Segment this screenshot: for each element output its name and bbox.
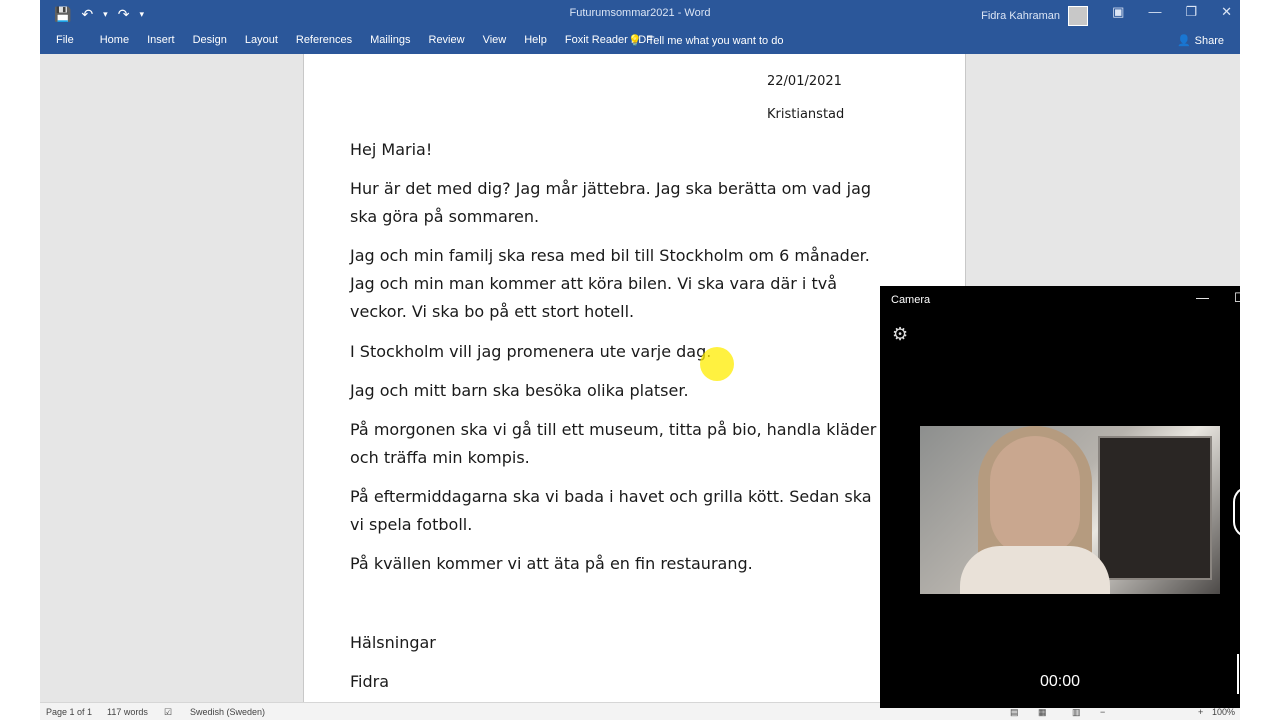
- proofing-icon[interactable]: ☑: [164, 707, 172, 718]
- minimize-icon[interactable]: —: [1148, 4, 1161, 20]
- tab-insert[interactable]: Insert: [147, 34, 175, 46]
- person-icon: 👤: [1176, 35, 1191, 47]
- close-icon[interactable]: ✕: [1221, 4, 1232, 20]
- share-button[interactable]: 👤 Share: [1176, 34, 1224, 48]
- window-controls: ▣ — ❐ ✕: [1112, 4, 1232, 20]
- zoom-in-icon[interactable]: +: [1198, 707, 1203, 717]
- paragraph-greeting: Hej Maria!: [350, 140, 433, 159]
- tab-layout[interactable]: Layout: [245, 34, 278, 46]
- web-layout-icon[interactable]: ▥: [1072, 707, 1081, 718]
- tab-file[interactable]: File: [56, 34, 74, 46]
- ribbon-tabs: File Home Insert Design Layout Reference…: [40, 28, 1240, 54]
- user-account[interactable]: Fidra Kahraman: [981, 6, 1088, 26]
- paragraph-evening: På kvällen kommer vi att äta på en fin r…: [350, 554, 753, 573]
- lightbulb-icon: 💡: [628, 35, 642, 47]
- avatar[interactable]: [1068, 6, 1088, 26]
- minimize-icon[interactable]: —: [1196, 290, 1209, 305]
- restore-icon[interactable]: ❐: [1185, 4, 1197, 20]
- tell-me-label: Tell me what you want to do: [647, 34, 784, 47]
- page-count[interactable]: Page 1 of 1: [46, 707, 92, 717]
- tab-mailings[interactable]: Mailings: [370, 34, 410, 46]
- cursor-highlight: [700, 347, 734, 381]
- maximize-icon[interactable]: ☐: [1234, 290, 1246, 306]
- paragraph-closing: Hälsningar: [350, 633, 436, 652]
- paragraph-trip: Jag och min familj ska resa med bil till…: [350, 246, 870, 321]
- camera-window: Camera — ☐ ⚙ 00:00: [880, 286, 1249, 708]
- share-label: Share: [1194, 34, 1224, 47]
- capture-button[interactable]: [1233, 486, 1249, 538]
- tell-me-search[interactable]: 💡 Tell me what you want to do: [628, 34, 784, 48]
- paragraph-afternoon: På eftermiddagarna ska vi bada i havet o…: [350, 487, 872, 534]
- read-mode-icon[interactable]: ▤: [1010, 707, 1019, 718]
- user-name: Fidra Kahraman: [981, 10, 1060, 22]
- language-status[interactable]: Swedish (Sweden): [190, 707, 265, 717]
- zoom-out-icon[interactable]: −: [1100, 707, 1105, 717]
- paragraph-places: Jag och mitt barn ska besöka olika plats…: [350, 381, 689, 400]
- tab-list: File Home Insert Design Layout Reference…: [56, 34, 671, 46]
- document-place: Kristianstad: [767, 107, 845, 122]
- feed-background-window: [1098, 436, 1212, 580]
- tab-help[interactable]: Help: [524, 34, 547, 46]
- title-bar: 💾 ↶ ▾ ↷ ▾ Futurumsommar2021 - Word Fidra…: [40, 0, 1240, 28]
- print-layout-icon[interactable]: ▦: [1038, 707, 1047, 718]
- feed-person-face: [990, 436, 1080, 556]
- word-count[interactable]: 117 words: [107, 707, 148, 717]
- camera-video-feed: [920, 426, 1220, 594]
- gear-icon[interactable]: ⚙: [892, 324, 908, 345]
- camera-timer: 00:00: [1039, 673, 1081, 690]
- tab-home[interactable]: Home: [100, 34, 129, 46]
- zoom-level[interactable]: 100%: [1212, 707, 1235, 717]
- paragraph-signature: Fidra: [350, 672, 390, 691]
- tab-view[interactable]: View: [483, 34, 507, 46]
- camera-title: Camera: [891, 294, 931, 306]
- document-date: 22/01/2021: [767, 74, 842, 89]
- document-page[interactable]: 22/01/2021 Kristianstad Hej Maria! Hur ä…: [303, 54, 966, 702]
- tab-references[interactable]: References: [296, 34, 352, 46]
- paragraph-stockholm: I Stockholm vill jag promenera ute varje…: [350, 342, 712, 361]
- paragraph-morning: På morgonen ska vi gå till ett museum, t…: [350, 420, 877, 467]
- paragraph-intro: Hur är det med dig? Jag mår jättebra. Ja…: [350, 179, 872, 226]
- ribbon-display-options-icon[interactable]: ▣: [1112, 4, 1124, 20]
- feed-person-body: [960, 546, 1110, 594]
- tab-design[interactable]: Design: [193, 34, 227, 46]
- tab-review[interactable]: Review: [429, 34, 465, 46]
